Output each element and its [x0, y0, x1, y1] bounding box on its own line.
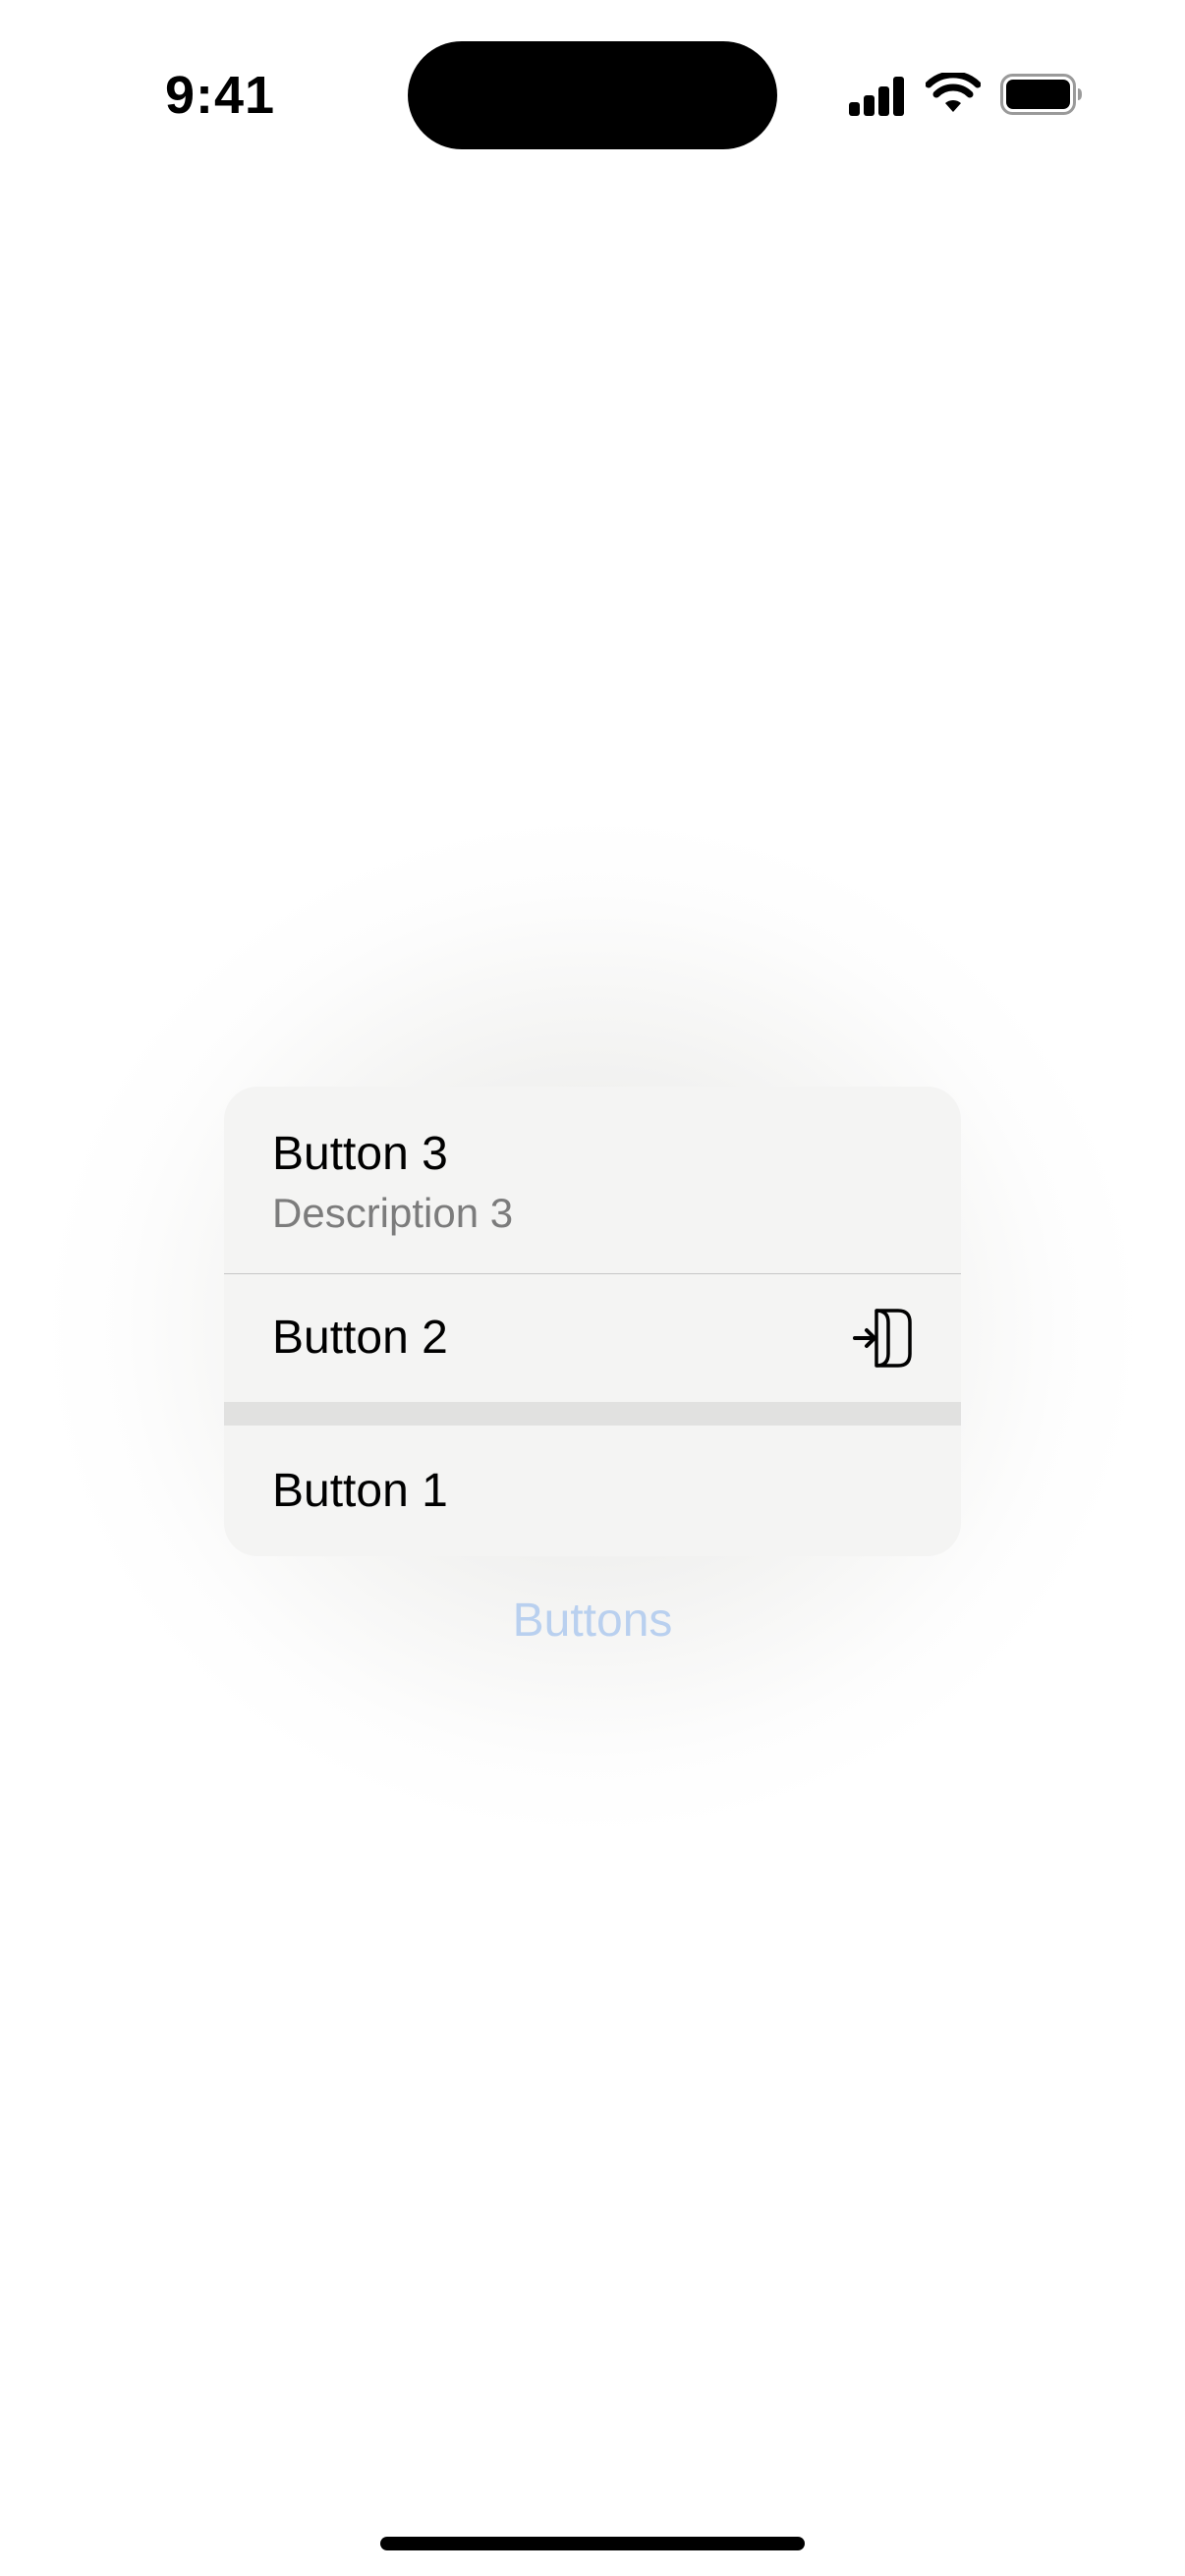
menu-item-button-2[interactable]: Button 2 — [224, 1274, 961, 1402]
wifi-icon — [926, 73, 981, 112]
context-menu: Button 3 Description 3 Button 2 Button 1 — [224, 1087, 961, 1556]
menu-item-label: Button 1 — [272, 1465, 448, 1517]
cellular-signal-icon — [849, 77, 906, 116]
menu-item-button-1[interactable]: Button 1 — [224, 1426, 961, 1556]
menu-item-button-3[interactable]: Button 3 Description 3 — [224, 1087, 961, 1274]
status-bar: 9:41 — [0, 0, 1185, 187]
home-indicator[interactable] — [380, 2537, 805, 2550]
menu-item-description: Description 3 — [272, 1190, 514, 1236]
menu-group-separator — [224, 1402, 961, 1426]
menu-item-label: Button 2 — [272, 1312, 448, 1364]
menu-item-label: Button 3 — [272, 1128, 448, 1180]
battery-icon — [1000, 74, 1082, 115]
status-time: 9:41 — [165, 66, 276, 125]
enter-door-icon — [853, 1309, 912, 1368]
menu-source-button-label: Buttons — [512, 1595, 673, 1647]
dynamic-island — [408, 41, 777, 149]
